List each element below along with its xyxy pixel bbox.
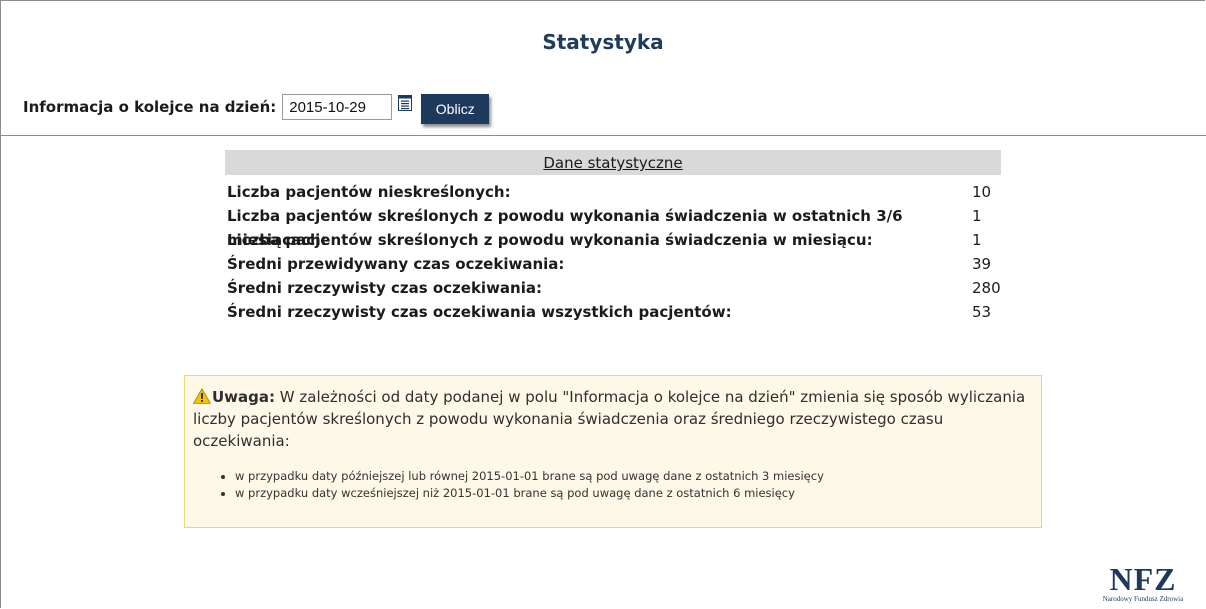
warning-list: w przypadku daty późniejszej lub równej … — [193, 468, 1033, 502]
stats-row-value: 280 — [972, 279, 1001, 297]
stats-row: Średni rzeczywisty czas oczekiwania: 280 — [225, 276, 1001, 300]
divider — [0, 135, 1206, 136]
date-input[interactable] — [282, 94, 393, 120]
date-form: Informacja o kolejce na dzień: Oblicz — [23, 92, 490, 124]
warning-box: Uwaga: W zależności od daty podanej w po… — [184, 375, 1042, 528]
stats-row-label: Średni przewidywany czas oczekiwania: — [227, 255, 565, 273]
stats-rows: Liczba pacjentów nieskreślonych: 10 Licz… — [225, 175, 1001, 324]
warning-title: Uwaga: — [212, 388, 276, 406]
oblicz-button[interactable]: Oblicz — [421, 94, 490, 124]
page-title: Statystyka — [542, 30, 664, 54]
stats-row: Średni przewidywany czas oczekiwania: 39 — [225, 252, 1001, 276]
date-label: Informacja o kolejce na dzień: — [23, 98, 277, 116]
warning-icon — [193, 388, 211, 404]
stats-row: Średni rzeczywisty czas oczekiwania wszy… — [225, 300, 1001, 324]
stats-row-value: 1 — [972, 207, 982, 225]
warning-text: Uwaga: W zależności od daty podanej w po… — [193, 386, 1033, 452]
stats-row-label: Średni rzeczywisty czas oczekiwania: — [227, 279, 542, 297]
stats-header: Dane statystyczne — [225, 150, 1001, 175]
warning-message: W zależności od daty podanej w polu "Inf… — [193, 388, 1026, 450]
stats-row-label: Liczba pacjentów nieskreślonych: — [227, 183, 511, 201]
stats-row-value: 39 — [972, 255, 992, 273]
warning-list-item: w przypadku daty wcześniejszej niż 2015-… — [235, 485, 1033, 502]
nfz-logo-subtitle: Narodowy Fundusz Zdrowia — [1102, 595, 1184, 603]
warning-list-item: w przypadku daty późniejszej lub równej … — [235, 468, 1033, 485]
nfz-logo-mark: NFZ — [1109, 561, 1177, 597]
stats-row: Liczba pacjentów nieskreślonych: 10 — [225, 180, 1001, 204]
calendar-icon[interactable] — [398, 95, 413, 111]
stats-panel: Dane statystyczne Liczba pacjentów niesk… — [225, 150, 1001, 324]
stats-row-value: 10 — [972, 183, 992, 201]
stats-row-value: 53 — [972, 303, 992, 321]
stats-row: Liczba pacjentów skreślonych z powodu wy… — [225, 228, 1001, 252]
nfz-logo: NFZ Narodowy Fundusz Zdrowia — [1082, 561, 1204, 604]
stats-row-label: Liczba pacjentów skreślonych z powodu wy… — [227, 231, 873, 249]
stats-row-value: 1 — [972, 231, 982, 249]
stats-row-label: Średni rzeczywisty czas oczekiwania wszy… — [227, 303, 732, 321]
stats-row: Liczba pacjentów skreślonych z powodu wy… — [225, 204, 1001, 249]
